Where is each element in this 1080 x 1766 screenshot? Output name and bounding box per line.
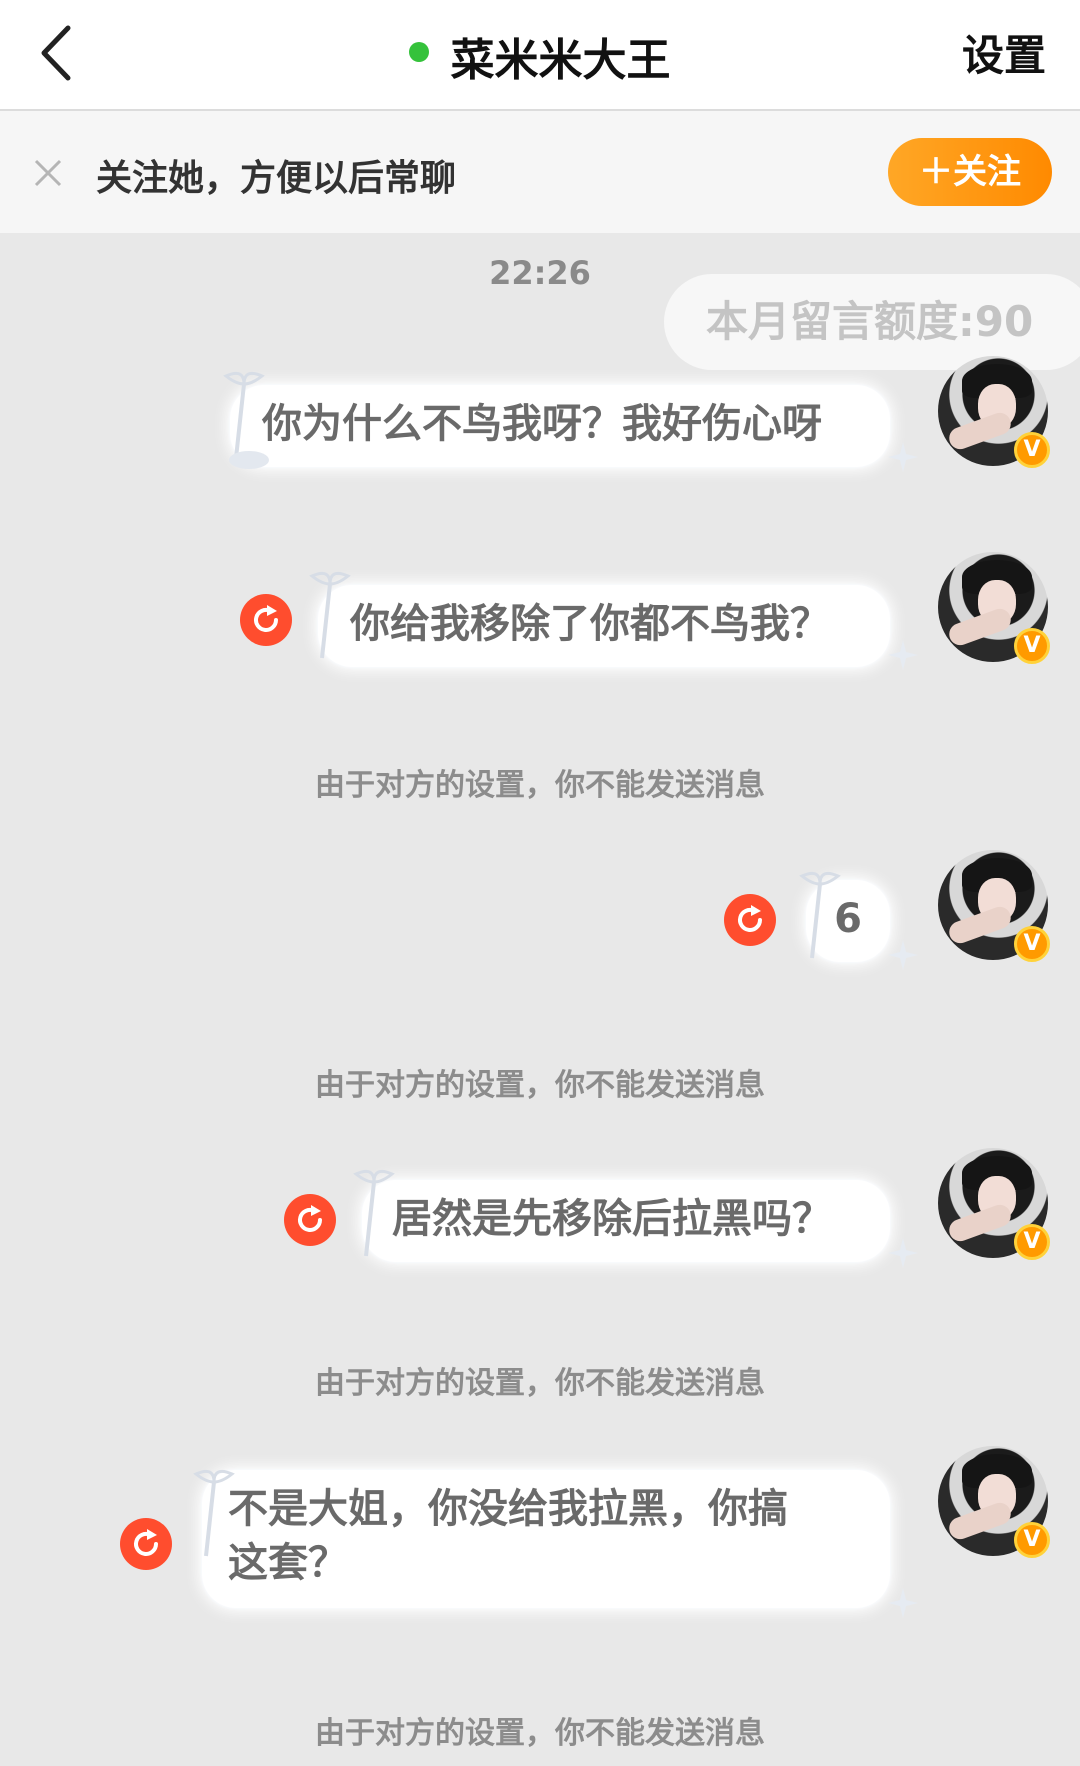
verified-badge-icon: V	[1014, 926, 1050, 962]
sparkle-decoration-icon	[888, 1238, 918, 1268]
follow-prompt: 关注她，方便以后常聊	[96, 158, 457, 199]
verified-badge-icon: V	[1014, 628, 1050, 664]
system-notice: 由于对方的设置，你不能发送消息	[315, 1068, 765, 1103]
verified-badge-icon: V	[1014, 432, 1050, 468]
system-notice: 由于对方的设置，你不能发送消息	[315, 1716, 765, 1751]
message-quota-badge: 本月留言额度:90	[664, 274, 1080, 370]
retry-icon	[134, 1529, 158, 1556]
user-avatar[interactable]: V	[938, 850, 1050, 962]
user-avatar[interactable]: V	[938, 356, 1050, 468]
system-notice: 由于对方的设置，你不能发送消息	[315, 768, 765, 803]
chat-header: 菜米米大王 设置	[0, 0, 1080, 111]
message-bubble[interactable]: 你给我移除了你都不鸟我？	[318, 585, 890, 667]
close-banner-button[interactable]	[30, 155, 66, 191]
message-text: 不是大姐，你没给我拉黑，你搞这套？	[228, 1486, 788, 1586]
settings-button[interactable]: 设置	[962, 22, 1046, 83]
message-bubble[interactable]: 你为什么不鸟我呀？我好伤心呀	[230, 385, 890, 467]
ribbon-decoration-icon	[353, 1169, 395, 1257]
user-avatar[interactable]: V	[938, 552, 1050, 664]
verified-badge-icon: V	[1014, 1522, 1050, 1558]
resend-button[interactable]	[724, 894, 776, 946]
resend-button[interactable]	[240, 594, 292, 646]
follow-banner: 关注她，方便以后常聊 ＋关注	[0, 111, 1080, 233]
message-bubble[interactable]: 居然是先移除后拉黑吗？	[362, 1180, 890, 1262]
user-avatar[interactable]: V	[938, 1446, 1050, 1558]
chat-title: 菜米米大王	[450, 35, 671, 86]
sparkle-decoration-icon	[888, 940, 918, 970]
resend-button[interactable]	[284, 1194, 336, 1246]
resend-button[interactable]	[120, 1518, 172, 1570]
cloud-decoration-icon	[229, 451, 269, 469]
ribbon-decoration-icon	[309, 571, 351, 659]
message-text: 居然是先移除后拉黑吗？	[392, 1196, 832, 1242]
retry-icon	[298, 1205, 322, 1232]
system-notice: 由于对方的设置，你不能发送消息	[315, 1366, 765, 1401]
online-status-dot	[409, 42, 430, 62]
message-text: 你给我移除了你都不鸟我？	[350, 601, 830, 647]
message-bubble[interactable]: 不是大姐，你没给我拉黑，你搞这套？	[202, 1470, 890, 1608]
sparkle-decoration-icon	[888, 1588, 918, 1618]
verified-badge-icon: V	[1014, 1224, 1050, 1260]
sparkle-decoration-icon	[888, 640, 918, 670]
retry-icon	[738, 905, 762, 932]
user-avatar[interactable]: V	[938, 1148, 1050, 1260]
sparkle-decoration-icon	[888, 442, 918, 472]
follow-button[interactable]: ＋关注	[888, 138, 1052, 206]
message-text: 你为什么不鸟我呀？我好伤心呀	[262, 401, 822, 447]
ribbon-decoration-icon	[799, 871, 841, 959]
ribbon-decoration-icon	[193, 1469, 235, 1557]
close-icon	[34, 159, 62, 187]
retry-icon	[254, 605, 278, 632]
